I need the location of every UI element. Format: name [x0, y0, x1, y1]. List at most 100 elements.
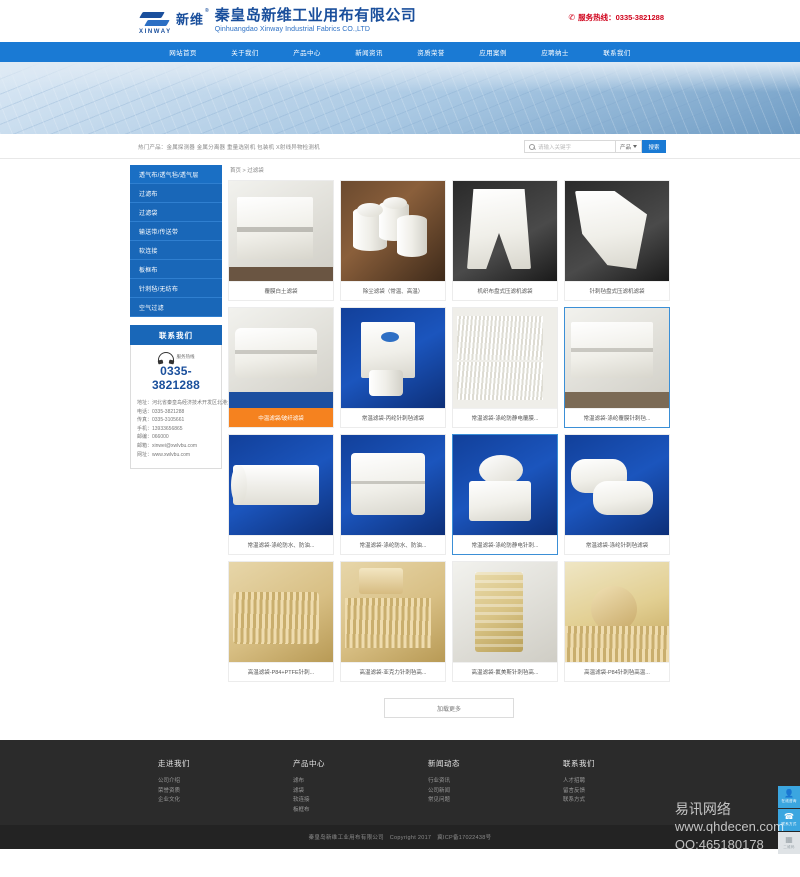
product-thumbnail: [341, 181, 445, 281]
footer-link[interactable]: 常见问题: [428, 796, 535, 806]
company-name-cn: 秦皇岛新维工业用布有限公司: [214, 6, 417, 24]
search-category-select[interactable]: 产品: [615, 140, 642, 153]
sidebar-item-soft-connection[interactable]: 软连接: [130, 241, 222, 260]
product-thumbnail: [341, 308, 445, 408]
contact-website: 网址：www.xwlvbu.com: [137, 451, 191, 458]
footer-column-news: 新闻动态 行业资讯 公司新闻 常见问题: [400, 758, 535, 815]
sidebar-item-needle-felt[interactable]: 针刺毡/无纺布: [130, 279, 222, 298]
footer-link[interactable]: 公司介绍: [158, 777, 265, 787]
phone-icon: ✆: [568, 13, 576, 22]
product-thumbnail: [565, 181, 669, 281]
product-thumbnail: [229, 562, 333, 662]
nav-item-news[interactable]: 新闻资讯: [338, 42, 400, 62]
logo-badge-text: 新维®: [176, 8, 210, 27]
product-card[interactable]: 常温滤袋-涤纶防静电覆膜...: [452, 307, 558, 428]
product-card[interactable]: 高温滤袋-氟美斯针刺毡高...: [452, 561, 558, 682]
product-title: 常温滤袋-涤纶针刺毡滤袋: [565, 535, 669, 554]
product-thumbnail: [341, 562, 445, 662]
product-thumbnail: [453, 308, 557, 408]
product-title: 常温滤袋-涤纶防静电覆膜...: [453, 408, 557, 427]
product-card[interactable]: 机织布盘式压滤机滤袋: [452, 180, 558, 301]
qr-code-icon: ▦: [785, 835, 793, 844]
contact-method-button[interactable]: ☎ 联系方式: [778, 809, 800, 831]
product-title: 常温滤袋-涤纶防静电针刺...: [453, 535, 557, 554]
product-card[interactable]: 高温滤袋-P84针刺毡高温...: [564, 561, 670, 682]
load-more-button[interactable]: 加载更多: [384, 698, 514, 718]
search-box: 请输入关键字 产品 搜索: [523, 140, 670, 153]
sidebar-phone-number: 0335-3821288: [151, 364, 201, 392]
footer-link[interactable]: 行业资讯: [428, 777, 535, 787]
product-card[interactable]: 常温滤袋-涤纶针刺毡滤袋: [564, 434, 670, 555]
footer-link[interactable]: 软连接: [293, 796, 400, 806]
footer-column-title: 新闻动态: [428, 759, 460, 768]
footer-link[interactable]: 滤布: [293, 777, 400, 787]
footer-link[interactable]: 板框布: [293, 806, 400, 816]
product-thumbnail: [341, 435, 445, 535]
product-thumbnail: [229, 181, 333, 281]
footer-link[interactable]: 企业文化: [158, 796, 265, 806]
search-placeholder: 请输入关键字: [537, 144, 571, 151]
qr-code-button[interactable]: ▦ 二维码: [778, 832, 800, 854]
sidebar-item-breathable[interactable]: 透气布/透气毡/透气层: [130, 165, 222, 184]
nav-item-honors[interactable]: 资质荣誉: [400, 42, 462, 62]
breadcrumb: 首页 > 过滤袋: [230, 168, 264, 174]
site-footer: 走进我们 公司介绍 荣誉资质 企业文化 产品中心 滤布 滤袋 软连接 板框布 新…: [0, 740, 800, 825]
product-card[interactable]: 高温滤袋-P84+PTFE针刺...: [228, 561, 334, 682]
footer-column-title: 联系我们: [563, 759, 595, 768]
floating-label: 在线咨询: [781, 799, 797, 803]
product-thumbnail: [565, 435, 669, 535]
sidebar-item-filter-cloth[interactable]: 过滤布: [130, 184, 222, 203]
phone-handset-icon: ☎: [784, 812, 794, 821]
sidebar-item-conveyor-belt[interactable]: 输送带/传送带: [130, 222, 222, 241]
nav-item-cases[interactable]: 应用案例: [462, 42, 524, 62]
sidebar-item-plate-frame-cloth[interactable]: 板框布: [130, 260, 222, 279]
search-input[interactable]: 请输入关键字: [523, 140, 616, 153]
sidebar-contact-title: 联系我们: [130, 325, 222, 345]
hero-banner: [0, 62, 800, 134]
hotline: ✆ 服务热线：0335-3821288: [568, 12, 664, 23]
contact-mobile: 手机：13933656865: [137, 425, 183, 432]
product-title: 高温滤袋-亚克力针刺毡高...: [341, 662, 445, 681]
product-card[interactable]: 针刺毡盘式压滤机滤袋: [564, 180, 670, 301]
product-card[interactable]: 常温滤袋-涤纶防静电针刺...: [452, 434, 558, 555]
search-button[interactable]: 搜索: [642, 140, 666, 153]
product-card[interactable]: 常温滤袋-涤纶防水、防油...: [228, 434, 334, 555]
nav-item-home[interactable]: 网站首页: [152, 42, 214, 62]
product-card[interactable]: 除尘滤袋（常温、高温）: [340, 180, 446, 301]
product-grid: 覆膜白土滤袋 除尘滤袋（常温、高温） 机织布盘式压滤机滤袋 针刺毡盘式压滤机滤袋…: [228, 180, 670, 682]
footer-column-title: 产品中心: [293, 759, 325, 768]
nav-item-products[interactable]: 产品中心: [276, 42, 338, 62]
product-card[interactable]: 常温滤袋-涤纶防水、防油...: [340, 434, 446, 555]
sidebar-item-filter-bag[interactable]: 过滤袋: [130, 203, 222, 222]
nav-item-about[interactable]: 关于我们: [214, 42, 276, 62]
floating-label: 二维码: [783, 845, 795, 849]
product-title: 常温滤袋-涤纶覆膜针刺毡...: [565, 408, 669, 427]
product-card[interactable]: 高温滤袋-亚克力针刺毡高...: [340, 561, 446, 682]
product-title: 针刺毡盘式压滤机滤袋: [565, 281, 669, 300]
footer-link[interactable]: 荣誉资质: [158, 787, 265, 797]
company-name-en: Qinhuangdao Xinway Industrial Fabrics CO…: [214, 25, 371, 33]
sidebar-contact-card: 服务热线 0335-3821288 地址：河北省秦皇岛经济技术开发区北港大街99…: [130, 345, 248, 470]
nav-item-jobs[interactable]: 应聘纳士: [524, 42, 586, 62]
footer-link[interactable]: 滤袋: [293, 787, 400, 797]
search-icon: [528, 143, 535, 150]
footer-link[interactable]: 公司新闻: [428, 787, 535, 797]
product-card[interactable]: 常温滤袋-涤纶覆膜针刺毡...: [564, 307, 670, 428]
product-card[interactable]: 中温滤袋/玻纤滤袋: [228, 307, 334, 428]
hotline-label: 服务热线: [176, 353, 195, 359]
content-area: 透气布/透气毡/透气层 过滤布 过滤袋 输送带/传送带 软连接 板框布 针刺毡/…: [130, 159, 670, 740]
floating-label: 联系方式: [781, 822, 797, 826]
product-card[interactable]: 覆膜白土滤袋: [228, 180, 334, 301]
footer-column-products: 产品中心 滤布 滤袋 软连接 板框布: [265, 758, 400, 815]
footer-link[interactable]: 留言反馈: [563, 787, 670, 797]
footer-link[interactable]: 人才招聘: [563, 777, 670, 787]
product-title: 机织布盘式压滤机滤袋: [453, 281, 557, 300]
product-card[interactable]: 常温滤袋-丙纶针刺毡滤袋: [340, 307, 446, 428]
product-title: 高温滤袋-P84针刺毡高温...: [565, 662, 669, 681]
online-consult-button[interactable]: 👤 在线咨询: [778, 786, 800, 808]
page-root: XINWAY 新维® 秦皇岛新维工业用布有限公司 Qinhuangdao Xin…: [0, 0, 800, 877]
footer-link[interactable]: 联系方式: [563, 796, 670, 806]
sidebar-item-air-filtration[interactable]: 空气过滤: [130, 298, 222, 317]
nav-item-contact[interactable]: 联系我们: [586, 42, 648, 62]
product-title: 中温滤袋/玻纤滤袋: [229, 408, 333, 427]
